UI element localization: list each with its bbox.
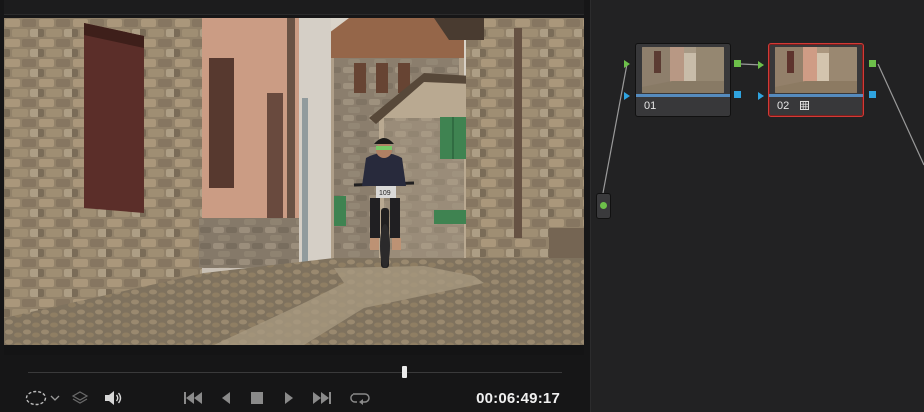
selection-icon[interactable] [24,388,48,408]
node-01[interactable]: 01 [635,43,731,117]
panel-divider [590,0,591,412]
node-02-label: 02 [777,100,790,112]
node-01-key-input[interactable] [624,92,630,100]
step-back-icon[interactable] [217,388,235,408]
node-01-label: 01 [644,100,657,112]
chevron-down-icon[interactable] [49,388,61,408]
source-output-dot[interactable] [600,202,607,209]
scrubber-track[interactable] [28,372,562,373]
node-02[interactable]: 02 [768,43,864,117]
video-frame-image: 109 [4,18,584,345]
source-input-node[interactable] [596,193,611,219]
layers-icon[interactable] [70,388,90,408]
speaker-icon[interactable] [102,388,124,408]
node-01-rgb-input[interactable] [624,60,630,68]
video-frame[interactable]: 109 [4,18,584,345]
grid-icon [800,101,809,110]
skip-to-start-icon[interactable] [181,388,205,408]
timecode: 00:06:49:17 [476,390,560,407]
node-01-thumbnail [642,47,724,93]
node-02-thumbnail [775,47,857,93]
stop-icon[interactable] [248,388,266,408]
node-02-bar [769,94,863,97]
loop-icon[interactable] [347,388,373,408]
node-02-key-output[interactable] [869,91,876,98]
viewer-spacer [4,345,584,355]
play-icon[interactable] [280,388,298,408]
skip-to-end-icon[interactable] [310,388,334,408]
viewer-topbar [4,0,584,15]
node-01-key-output[interactable] [734,91,741,98]
node-01-rgb-output[interactable] [734,60,741,67]
node-02-rgb-input[interactable] [758,61,764,69]
node-02-rgb-output[interactable] [869,60,876,67]
node-01-bar [636,94,730,97]
scrubber-handle[interactable] [402,366,408,378]
viewer-panel: 109 00:06:49:17 [0,0,590,412]
node-02-key-input[interactable] [758,92,764,100]
